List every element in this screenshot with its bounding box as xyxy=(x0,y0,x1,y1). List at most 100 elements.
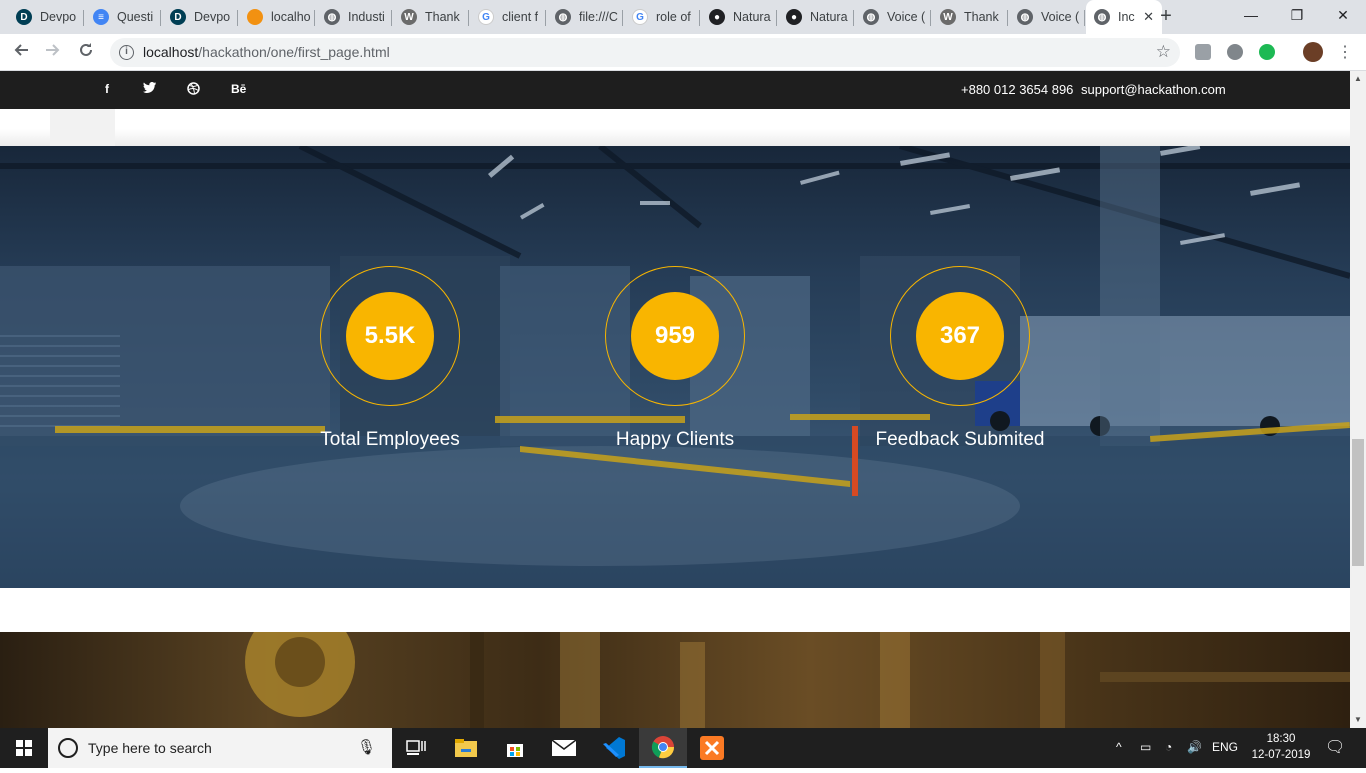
page-viewport: f Bē +880 012 3654 896 support@hackathon… xyxy=(0,71,1350,728)
counter-value-circle: 5.5K xyxy=(346,292,434,380)
header-spacer xyxy=(0,109,1350,146)
cortana-icon xyxy=(58,738,78,758)
browser-tab-strip: D Devpo ≡ Questi D Devpo localho ◍ Industi W Thank… xyxy=(0,0,1366,34)
browser-tab[interactable]: ● Natura xyxy=(701,2,777,32)
globe-icon: ◍ xyxy=(1094,9,1110,25)
file-explorer-icon[interactable] xyxy=(442,728,490,768)
info-icon[interactable]: i xyxy=(119,45,134,60)
bookmark-star-icon[interactable]: ☆ xyxy=(1156,42,1171,62)
devpost-icon: D xyxy=(170,9,186,25)
power-icon[interactable]: ▭ xyxy=(1140,740,1151,754)
browser-tab[interactable]: localho xyxy=(239,2,315,32)
browser-tab[interactable]: ◍ Voice ( xyxy=(1009,2,1085,32)
language-indicator[interactable]: ENG xyxy=(1212,740,1238,754)
scroll-up-icon[interactable]: ▲ xyxy=(1350,71,1366,87)
windows-taskbar: Type here to search 🎙 ^ ▭ ◔ 🔊 ENG 18:30 … xyxy=(0,728,1366,768)
microphone-icon[interactable]: 🎙 xyxy=(357,738,376,756)
twitter-icon[interactable] xyxy=(143,82,156,96)
behance-icon[interactable]: Bē xyxy=(231,82,246,96)
machinery-background-image xyxy=(0,632,1350,728)
browser-tab[interactable]: ≡ Questi xyxy=(85,2,161,32)
scrollbar-thumb[interactable] xyxy=(1352,439,1364,566)
globe-icon: ◍ xyxy=(1017,9,1033,25)
browser-tab-title: client f xyxy=(502,10,539,24)
download-extension-icon[interactable] xyxy=(1195,44,1211,60)
scroll-down-icon[interactable]: ▼ xyxy=(1350,712,1366,728)
browser-toolbar: i localhost/hackathon/one/first_page.htm… xyxy=(0,34,1366,71)
taskbar-search-box[interactable]: Type here to search 🎙 xyxy=(48,728,392,768)
xampp-icon[interactable] xyxy=(688,728,736,768)
url-host: localhost xyxy=(143,44,199,60)
store-icon[interactable] xyxy=(491,728,539,768)
browser-tab[interactable]: D Devpo xyxy=(8,2,84,32)
support-email[interactable]: support@hackathon.com xyxy=(1081,82,1226,97)
browser-tab[interactable]: ● Natura xyxy=(778,2,854,32)
restore-button[interactable]: ❐ xyxy=(1274,0,1320,30)
counter-ring: 959 xyxy=(605,266,745,406)
back-button[interactable] xyxy=(8,40,34,66)
system-clock[interactable]: 18:30 12-07-2019 xyxy=(1246,731,1316,763)
reload-icon xyxy=(80,43,92,56)
counter-label: Happy Clients xyxy=(615,429,735,450)
reload-button[interactable] xyxy=(73,40,99,66)
browser-tab[interactable]: W Thank xyxy=(932,2,1008,32)
browser-tab[interactable]: Grole of xyxy=(624,2,700,32)
url-path: /hackathon/one/first_page.html xyxy=(198,44,390,60)
browser-tab-title: Devpo xyxy=(40,10,77,24)
window-close-button[interactable]: ✕ xyxy=(1320,0,1366,30)
browser-tab[interactable]: ◍ Inc ✕ xyxy=(1086,0,1162,34)
counter-value: 367 xyxy=(939,322,981,349)
vscode-icon[interactable] xyxy=(590,728,638,768)
devpost-icon: D xyxy=(16,9,32,25)
browser-tab-title: Thank xyxy=(425,10,460,24)
start-button[interactable] xyxy=(0,728,48,768)
chrome-icon[interactable] xyxy=(639,728,687,768)
extension-icon[interactable] xyxy=(1227,44,1243,60)
facebook-icon[interactable]: f xyxy=(105,82,109,96)
browser-tab[interactable]: ◍ Industi xyxy=(316,2,392,32)
browser-tab[interactable]: ◍ file:///C xyxy=(547,2,623,32)
wordpress-icon: W xyxy=(401,9,417,25)
browser-tab[interactable]: W Thank xyxy=(393,2,469,32)
grammarly-extension-icon[interactable] xyxy=(1259,44,1275,60)
github-icon: ● xyxy=(786,9,802,25)
browser-tab[interactable]: D Devpo xyxy=(162,2,238,32)
google-icon: G xyxy=(478,9,494,25)
task-view-icon[interactable] xyxy=(392,728,440,768)
page-scrollbar[interactable]: ▲ ▼ xyxy=(1350,71,1366,728)
forward-arrow-icon xyxy=(46,44,60,56)
address-bar[interactable]: i localhost/hackathon/one/first_page.htm… xyxy=(110,38,1180,67)
back-arrow-icon xyxy=(14,44,28,56)
section-gap xyxy=(0,588,1350,632)
globe-icon: ◍ xyxy=(324,9,340,25)
counter-value-circle: 959 xyxy=(631,292,719,380)
action-center-icon[interactable]: 🗨 xyxy=(1325,737,1345,757)
mail-icon[interactable] xyxy=(540,728,588,768)
google-docs-icon: ≡ xyxy=(93,9,109,25)
browser-tab[interactable]: Gclient f xyxy=(470,2,546,32)
url-text[interactable]: localhost/hackathon/one/first_page.html xyxy=(143,44,390,60)
machinery-illustration xyxy=(245,632,1350,728)
clock-date: 12-07-2019 xyxy=(1251,749,1311,761)
search-placeholder: Type here to search xyxy=(88,740,212,756)
close-tab-icon[interactable]: ✕ xyxy=(1143,9,1154,25)
dribbble-icon[interactable] xyxy=(187,82,200,98)
phone-number[interactable]: +880 012 3654 896 xyxy=(961,82,1073,97)
browser-tab-title: Natura xyxy=(810,10,848,24)
counter-value-circle: 367 xyxy=(916,292,1004,380)
logo-placeholder xyxy=(50,109,115,146)
github-icon: ● xyxy=(709,9,725,25)
profile-avatar[interactable] xyxy=(1303,42,1323,62)
minimize-button[interactable]: — xyxy=(1228,0,1274,30)
counter-value: 959 xyxy=(654,322,696,349)
google-icon: G xyxy=(632,9,648,25)
chrome-menu-icon[interactable]: ⋮ xyxy=(1332,40,1358,66)
show-hidden-icons-icon[interactable]: ^ xyxy=(1116,740,1122,754)
volume-icon[interactable]: 🔊 xyxy=(1187,740,1202,754)
browser-tab-title: Voice ( xyxy=(1041,10,1080,24)
new-tab-button[interactable]: + xyxy=(1154,5,1178,29)
browser-tab[interactable]: ◍ Voice ( xyxy=(855,2,931,32)
globe-icon: ◍ xyxy=(863,9,879,25)
network-icon[interactable]: ◔ xyxy=(1165,740,1172,754)
forward-button[interactable] xyxy=(40,40,66,66)
